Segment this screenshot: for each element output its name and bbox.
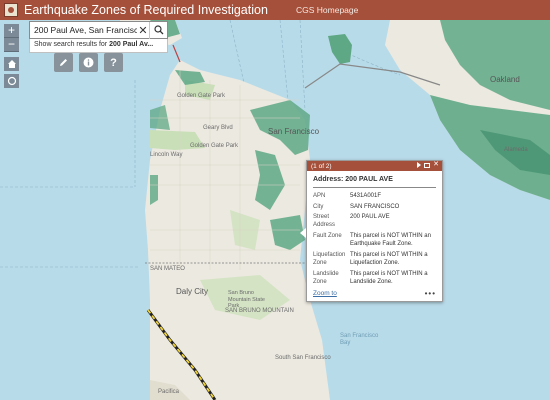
more-actions-button[interactable]: ••• [425,289,436,298]
popup-attr-street: Street Address 200 PAUL AVE [313,214,436,229]
suggestion-prefix: Show search results for [34,41,110,48]
label-san-francisco: San Francisco [268,127,320,136]
label-south-san-francisco: South San Francisco [275,355,331,361]
app-header: Earthquake Zones of Required Investigati… [0,0,550,20]
info-button[interactable] [79,53,98,72]
attr-key: Street Address [313,214,336,228]
search-button[interactable] [149,21,167,39]
attr-key: APN [313,193,326,199]
map-view[interactable] [0,20,550,400]
popup-attr-fault: Fault Zone This parcel is NOT WITHIN an … [313,233,436,248]
locate-icon [7,76,16,86]
label-lincoln-way: Lincoln Way [150,152,183,158]
label-san-francisco-bay: San Francisco Bay [340,333,379,346]
label-alameda: Alameda [504,147,528,153]
popup-attr-landslide: Landslide Zone This parcel is NOT WITHIN… [313,271,436,286]
info-icon [83,57,94,68]
attr-value: SAN FRANCISCO [350,203,400,210]
attr-key: City [313,203,324,210]
cgs-logo-icon [4,3,18,17]
zoom-controls: + − [4,24,19,52]
label-golden-gate-park-2: Golden Gate Park [190,143,239,149]
cgs-homepage-link[interactable]: CGS Homepage [296,5,358,15]
attr-key: Liquefaction Zone [313,252,346,266]
attr-value: 200 PAUL AVE [350,214,390,220]
help-icon: ? [110,56,117,69]
attr-value: This parcel is NOT WITHIN a Landslide Zo… [350,271,428,285]
popup-title: Address: 200 PAUL AVE [313,176,436,188]
popup-header: (1 of 2) ✕ [307,161,442,171]
attr-value: This parcel is NOT WITHIN an Earthquake … [350,233,431,247]
home-button[interactable] [4,57,19,71]
search-suggestion[interactable]: Show search results for 200 Paul Av... [29,39,168,53]
popup-next-icon[interactable] [417,162,422,168]
zoom-to-link[interactable]: Zoom to [313,290,337,297]
address-search: ✕ [29,21,168,39]
popup-attr-apn: APN 5431A001F [313,193,436,201]
popup-counter: (1 of 2) [311,162,332,170]
label-daly-city: Daly City [176,287,209,296]
home-icon [7,60,16,68]
label-san-mateo: SAN MATEO [150,266,185,272]
label-oakland: Oakland [490,75,520,84]
pencil-icon [60,59,67,66]
attr-key: Fault Zone [313,233,342,239]
popup-attr-liquefaction: Liquefaction Zone This parcel is NOT WIT… [313,252,436,267]
popup-close-icon[interactable]: ✕ [433,161,439,168]
label-pacifica: Pacifica [158,389,180,395]
label-golden-gate-park: Golden Gate Park [177,93,226,99]
attr-value: This parcel is NOT WITHIN a Liquefaction… [350,252,428,266]
attr-key: Landslide Zone [313,271,339,285]
attr-value: 5431A001F [350,193,382,199]
label-san-bruno-mountain-park: San Bruno Mountain State Park [228,290,265,309]
search-input[interactable] [30,25,137,35]
basemap [0,20,550,400]
label-geary-blvd: Geary Blvd [203,125,233,131]
zoom-out-button[interactable]: − [4,38,19,52]
zoom-in-button[interactable]: + [4,24,19,38]
parcel-popup: (1 of 2) ✕ Address: 200 PAUL AVE APN 543… [306,160,443,302]
popup-pointer [300,228,306,238]
help-button[interactable]: ? [104,53,123,72]
suggestion-term: 200 Paul Av... [109,41,154,48]
popup-maximize-icon[interactable] [424,162,431,168]
locate-button[interactable] [4,74,19,88]
app-title: Earthquake Zones of Required Investigati… [24,3,268,17]
popup-footer: Zoom to ••• [313,289,436,298]
popup-attr-city: City SAN FRANCISCO [313,204,436,212]
edit-tool-button[interactable] [54,53,73,72]
search-icon [153,25,163,35]
clear-search-icon[interactable]: ✕ [137,24,149,37]
